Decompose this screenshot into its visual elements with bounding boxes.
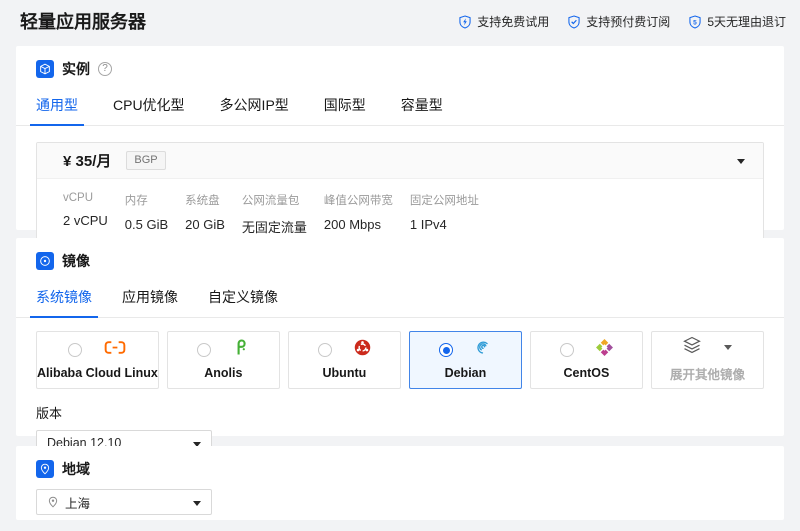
- radio-unchecked[interactable]: [317, 343, 332, 357]
- region-section-title: 地域: [62, 461, 90, 477]
- expand-other-images-button[interactable]: 展开其他镜像: [650, 331, 764, 389]
- layers-icon: [682, 336, 702, 359]
- badge-label: 支持免费试用: [477, 15, 550, 29]
- region-section: 地域 上海: [16, 446, 784, 520]
- image-section: 镜像 系统镜像 应用镜像 自定义镜像 Alibaba Cloud Linux A…: [16, 238, 784, 456]
- centos-logo-icon: [595, 339, 613, 361]
- instance-type-tabs: 通用型 CPU优化型 多公网IP型 国际型 容量型: [16, 88, 784, 126]
- shield-lightning-icon: [458, 15, 472, 29]
- badge-free-trial[interactable]: 支持免费试用: [458, 13, 549, 30]
- plan-selector: ¥ 35/月 BGP vCPU 2 vCPU 内存 0.5 GiB 系统盘 20…: [36, 142, 764, 251]
- svg-text:5: 5: [693, 19, 697, 26]
- header-badges: 支持免费试用 支持预付费订阅 5 5天无理由退订: [458, 13, 786, 30]
- shield-5-icon: 5: [688, 15, 702, 29]
- os-label: Debian: [444, 366, 487, 380]
- spec-fixed-public-ip: 固定公网地址 1 IPv4: [409, 195, 479, 232]
- os-card-centos[interactable]: CentOS: [529, 331, 643, 389]
- anolis-logo-icon: [233, 339, 249, 361]
- tab-multi-public-ip-type[interactable]: 多公网IP型: [220, 88, 289, 125]
- help-icon[interactable]: ?: [98, 62, 112, 76]
- expand-other-images-label: 展开其他镜像: [669, 367, 745, 382]
- os-card-debian[interactable]: Debian: [408, 331, 522, 389]
- ubuntu-logo-icon: [354, 339, 371, 361]
- spec-vcpu: vCPU 2 vCPU: [63, 192, 108, 228]
- page-title: 轻量应用服务器: [20, 12, 146, 32]
- radio-checked[interactable]: [439, 343, 454, 357]
- spec-traffic-package: 公网流量包 无固定流量: [241, 195, 307, 235]
- radio-unchecked[interactable]: [197, 343, 212, 357]
- image-icon: [36, 252, 54, 270]
- plan-dropdown-header[interactable]: ¥ 35/月 BGP: [37, 143, 763, 179]
- badge-label: 5天无理由退订: [707, 15, 786, 29]
- chevron-down-icon: [193, 501, 201, 506]
- tab-general-type[interactable]: 通用型: [30, 88, 84, 126]
- region-select[interactable]: 上海: [36, 489, 212, 515]
- badge-refund-5days[interactable]: 5 5天无理由退订: [688, 13, 786, 30]
- instance-icon: [36, 60, 54, 78]
- os-card-anolis[interactable]: Anolis: [166, 331, 280, 389]
- os-label: CentOS: [563, 366, 610, 380]
- chevron-down-icon: [724, 345, 733, 350]
- tab-capacity-type[interactable]: 容量型: [401, 88, 443, 125]
- debian-logo-icon: [475, 339, 491, 361]
- region-icon: [36, 460, 54, 478]
- os-image-options: Alibaba Cloud Linux Anolis Ubuntu Debian…: [36, 331, 764, 389]
- os-label: Anolis: [204, 366, 243, 380]
- shield-check-icon: [567, 15, 581, 29]
- instance-section-title: 实例: [62, 61, 90, 77]
- version-label: 版本: [36, 406, 63, 421]
- tab-international-type[interactable]: 国际型: [324, 88, 366, 125]
- tab-custom-image[interactable]: 自定义镜像: [208, 280, 278, 317]
- instance-section: 实例 ? 通用型 CPU优化型 多公网IP型 国际型 容量型 ¥ 35/月 BG…: [16, 46, 784, 251]
- badge-label: 支持预付费订阅: [586, 15, 671, 29]
- badge-prepaid-subscription[interactable]: 支持预付费订阅: [567, 13, 670, 30]
- spec-memory: 内存 0.5 GiB: [124, 195, 169, 232]
- tab-system-image[interactable]: 系统镜像: [30, 280, 98, 318]
- tab-cpu-optimized-type[interactable]: CPU优化型: [113, 88, 185, 125]
- tab-app-image[interactable]: 应用镜像: [122, 280, 178, 317]
- radio-unchecked[interactable]: [559, 343, 574, 357]
- radio-unchecked[interactable]: [68, 343, 83, 357]
- region-select-value: 上海: [65, 496, 91, 511]
- alibaba-cloud-linux-logo-icon: [104, 340, 126, 360]
- os-card-ubuntu[interactable]: Ubuntu: [287, 331, 401, 389]
- image-section-title: 镜像: [62, 253, 90, 269]
- os-label: Alibaba Cloud Linux: [37, 366, 158, 380]
- spec-peak-bandwidth: 峰值公网带宽 200 Mbps: [323, 195, 393, 232]
- location-pin-icon: [47, 496, 59, 508]
- os-card-alibaba-cloud-linux[interactable]: Alibaba Cloud Linux: [36, 331, 159, 389]
- spec-system-disk: 系统盘 20 GiB: [185, 195, 225, 232]
- plan-price: ¥ 35/月: [63, 153, 112, 170]
- plan-network-tag: BGP: [126, 150, 166, 171]
- os-label: Ubuntu: [322, 366, 367, 380]
- image-tabs: 系统镜像 应用镜像 自定义镜像: [16, 280, 784, 318]
- chevron-down-icon: [737, 159, 745, 164]
